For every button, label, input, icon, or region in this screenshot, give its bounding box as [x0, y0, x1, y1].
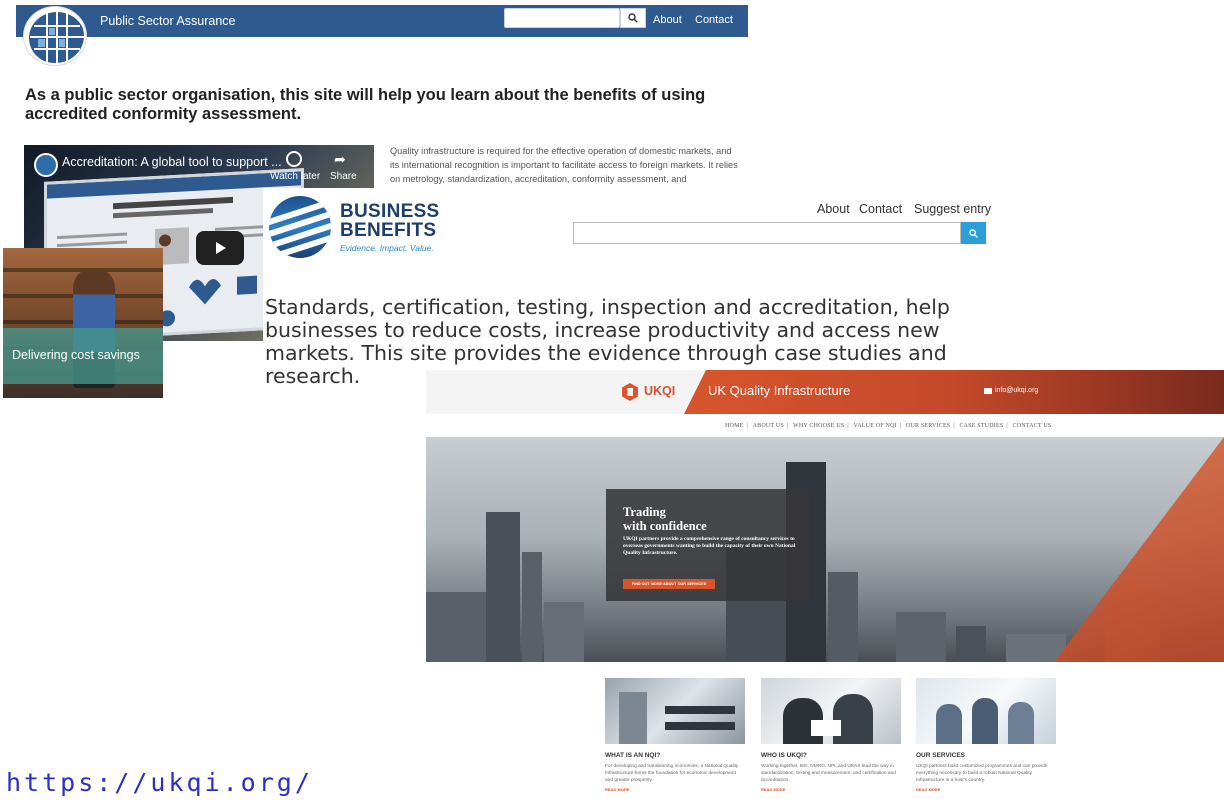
find-out-more-button[interactable]: FIND OUT MORE ABOUT OUR SERVICES [623, 579, 715, 589]
ukqi-column-title: WHO IS UKQI? [761, 752, 807, 759]
psa-heading: As a public sector organisation, this si… [25, 86, 706, 123]
ukqi-column-image [761, 678, 901, 744]
ukqi-hero-title-line1: Trading [623, 505, 666, 519]
bb-nav-suggest-entry[interactable]: Suggest entry [914, 202, 991, 216]
ukqi-logo-inner [627, 388, 633, 396]
bb-feature-card[interactable]: Delivering cost savings [3, 248, 163, 398]
ukqi-hero-accent [1054, 437, 1224, 662]
ukqi-hero-title-line2: with confidence [623, 519, 707, 533]
video-title[interactable]: Accreditation: A global tool to support … [62, 155, 282, 169]
ukqi-screenshot: UKQI UK Quality Infrastructure info@ukqi… [426, 370, 1224, 801]
ukqi-column-image [605, 678, 745, 744]
ukqi-column-image [916, 678, 1056, 744]
ukqi-header: UKQI UK Quality Infrastructure info@ukqi… [426, 370, 1224, 414]
read-more-link[interactable]: READ MORE [605, 787, 745, 792]
ukqi-nav: HOME | ABOUT US | WHY CHOOSE US | VALUE OF … [725, 423, 1052, 429]
ukqi-nav-contact-us[interactable]: CONTACT US [1012, 423, 1051, 429]
ukqi-nav-value-of-nqi[interactable]: VALUE OF NQI [854, 423, 897, 429]
bb-logo-line2: BENEFITS [340, 220, 437, 241]
ukqi-column-title: WHAT IS AN NQI? [605, 752, 661, 759]
ukqi-column-text: UKQI partners build customized programme… [916, 764, 1048, 783]
read-more-link[interactable]: READ MORE [916, 787, 1056, 792]
clock-icon[interactable] [286, 151, 302, 167]
bb-tagline: Evidence. Impact. Value. [340, 243, 434, 253]
ukqi-hero-text: UKQI partners provide a comprehensive ra… [623, 536, 796, 556]
bb-nav-contact[interactable]: Contact [859, 202, 902, 216]
ukqi-email-link[interactable]: info@ukqi.org [995, 387, 1038, 394]
ukqi-hero-title: Trading with confidence [623, 505, 707, 533]
ukqi-hero-panel: Trading with confidence UKQI partners pr… [606, 489, 809, 601]
psa-nav-about[interactable]: About [653, 14, 682, 26]
play-icon [216, 242, 226, 254]
ukqi-column-text: Working together, BSI, NMRO, NPL and UKA… [761, 764, 896, 783]
psa-header-bar: Public Sector Assurance About Contact [16, 5, 748, 37]
psa-search-button[interactable] [620, 8, 646, 28]
ukqi-column-title: OUR SERVICES [916, 752, 966, 759]
ukqi-column-who: WHO IS UKQI? Working together, BSI, NMRO… [761, 678, 901, 792]
ukqi-site-title: UK Quality Infrastructure [708, 383, 851, 398]
ukqi-hero: Trading with confidence UKQI partners pr… [426, 437, 1224, 662]
bb-card-label: Delivering cost savings [12, 348, 140, 362]
business-benefits-logo-icon[interactable] [269, 196, 331, 258]
ukqi-nav-about-us[interactable]: ABOUT US [753, 423, 784, 429]
globe-logo-icon[interactable] [24, 7, 86, 65]
bb-nav-about[interactable]: About [817, 202, 850, 216]
search-icon [969, 228, 978, 238]
share-button[interactable]: Share [330, 171, 357, 182]
business-benefits-screenshot: BUSINESS BENEFITS Evidence. Impact. Valu… [263, 188, 1000, 400]
channel-avatar-icon[interactable] [34, 153, 58, 177]
url-fragment[interactable]: https://ukqi.org/ [6, 768, 313, 797]
mail-icon [984, 388, 992, 394]
ukqi-nav-why-choose-us[interactable]: WHY CHOOSE US [793, 423, 844, 429]
bb-logo-line1: BUSINESS [340, 201, 440, 222]
search-icon [628, 13, 638, 23]
play-button[interactable] [196, 231, 244, 265]
ukqi-column-services: OUR SERVICES UKQI partners build customi… [916, 678, 1056, 792]
psa-search-input[interactable] [504, 8, 620, 28]
ukqi-nav-our-services[interactable]: OUR SERVICES [906, 423, 950, 429]
ukqi-nav-home[interactable]: HOME [725, 423, 743, 429]
bb-logo-text[interactable]: BUSINESS BENEFITS [340, 202, 440, 240]
share-icon[interactable]: ➦ [334, 151, 346, 168]
psa-site-title[interactable]: Public Sector Assurance [100, 14, 236, 28]
ukqi-nav-case-studies[interactable]: CASE STUDIES [959, 423, 1003, 429]
psa-intro-text: Quality infrastructure is required for t… [390, 146, 738, 184]
read-more-link[interactable]: READ MORE [761, 787, 901, 792]
bb-search-button[interactable] [961, 222, 986, 244]
ukqi-column-nqi: WHAT IS AN NQI? For developing and trans… [605, 678, 745, 792]
psa-nav-contact[interactable]: Contact [695, 14, 733, 26]
watch-later-button[interactable]: Watch later [270, 171, 320, 182]
bb-search-input[interactable] [573, 222, 961, 244]
ukqi-logo-text[interactable]: UKQI [644, 384, 675, 398]
ukqi-column-text: For developing and transitioning economi… [605, 764, 739, 783]
